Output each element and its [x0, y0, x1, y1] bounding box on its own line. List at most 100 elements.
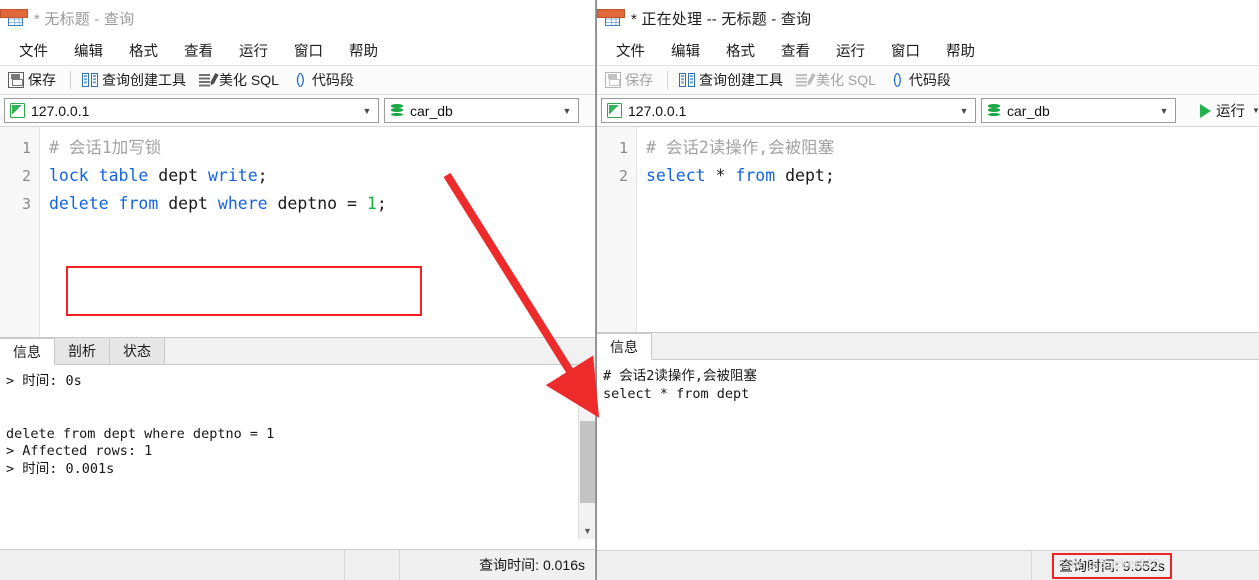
screenshot-root: * 无标题 - 查询 文件 编辑 格式 查看 运行 窗口 帮助 保存 查询创建工…	[0, 0, 1259, 580]
left-toolbar: 保存 查询创建工具 美化 SQL () 代码段	[0, 66, 595, 95]
left-query-window: * 无标题 - 查询 文件 编辑 格式 查看 运行 窗口 帮助 保存 查询创建工…	[0, 0, 596, 580]
menu-file[interactable]: 文件	[6, 37, 61, 64]
run-button[interactable]: 运行 ▼	[1196, 98, 1259, 123]
beautify-sql-icon	[199, 72, 215, 88]
right-query-time-highlight: csdn@Bucket620 查询时间: 9.552s	[1052, 552, 1172, 579]
chevron-down-icon[interactable]: ▼	[559, 99, 575, 122]
left-output-tabs: 信息 剖析 状态	[0, 337, 595, 365]
code-token: where	[217, 194, 278, 213]
left-statusbar: 查询时间: 0.016s	[0, 549, 595, 580]
left-line-number-gutter: 1 2 3	[0, 127, 40, 337]
query-builder-button[interactable]: 查询创建工具	[675, 68, 790, 93]
save-button[interactable]: 保存	[4, 68, 63, 93]
menu-view[interactable]: 查看	[768, 37, 823, 64]
save-button: 保存	[601, 68, 660, 93]
code-line: delete from dept where deptno = 1;	[49, 190, 595, 218]
menu-edit[interactable]: 编辑	[658, 37, 713, 64]
right-line-number-gutter: 1 2	[597, 127, 637, 332]
database-select[interactable]: car_db ▼	[384, 98, 579, 123]
scrollbar-thumb[interactable]	[580, 421, 595, 503]
code-token: deptno =	[277, 194, 367, 213]
tab-info[interactable]: 信息	[597, 333, 652, 360]
mysql-leaf-icon	[607, 103, 622, 118]
right-output-text: # 会话2读操作,会被阻塞 select * from dept	[603, 368, 758, 402]
left-menubar: 文件 编辑 格式 查看 运行 窗口 帮助	[0, 36, 595, 66]
right-statusbar: csdn@Bucket620 查询时间: 9.552s	[597, 550, 1259, 580]
line-number: 3	[21, 195, 31, 213]
database-cylinder-icon	[987, 103, 1001, 118]
beautify-sql-icon	[796, 72, 812, 88]
left-query-time: 查询时间: 0.016s	[479, 557, 585, 573]
chevron-down-icon[interactable]: ▼	[359, 99, 375, 122]
database-select[interactable]: car_db ▼	[981, 98, 1176, 123]
right-sql-editor[interactable]: 1 2 # 会话2读操作,会被阻塞select * from dept; 查询被…	[597, 127, 1259, 332]
chevron-down-icon[interactable]: ▼	[1252, 106, 1259, 115]
code-snippet-button[interactable]: () 代码段	[288, 68, 361, 93]
left-sql-text[interactable]: # 会话1加写锁 lock table dept write; delete fro…	[40, 127, 595, 337]
host-select[interactable]: 127.0.0.1 ▼	[601, 98, 976, 123]
tab-profile[interactable]: 剖析	[55, 337, 110, 364]
menu-edit[interactable]: 编辑	[61, 37, 116, 64]
menu-run[interactable]: 运行	[226, 37, 281, 64]
beautify-sql-button: 美化 SQL	[792, 68, 883, 93]
save-button-label: 保存	[625, 72, 653, 88]
menu-view[interactable]: 查看	[171, 37, 226, 64]
tab-info[interactable]: 信息	[0, 338, 55, 365]
code-line: # 会话1加写锁	[49, 134, 595, 162]
line-number: 1	[618, 139, 628, 157]
line-number: 2	[21, 167, 31, 185]
left-sql-editor[interactable]: 1 2 3 # 会话1加写锁 lock table dept write; dele…	[0, 127, 595, 337]
right-output-pane: 信息 # 会话2读操作,会被阻塞 select * from dept	[597, 332, 1259, 535]
code-snippet-icon: ()	[295, 71, 305, 88]
beautify-sql-label: 美化 SQL	[816, 72, 876, 88]
line-number: 1	[21, 139, 31, 157]
menu-format[interactable]: 格式	[713, 37, 768, 64]
scroll-down-icon[interactable]: ▼	[579, 522, 595, 539]
code-token: dept	[168, 194, 218, 213]
database-cylinder-icon	[390, 103, 404, 118]
host-select[interactable]: 127.0.0.1 ▼	[4, 98, 379, 123]
query-builder-button[interactable]: 查询创建工具	[78, 68, 193, 93]
right-output-tabs: 信息	[597, 333, 1259, 360]
left-output-scrollbar[interactable]: ▲ ▼	[578, 365, 595, 539]
menu-help[interactable]: 帮助	[933, 37, 988, 64]
code-line: select * from dept;	[646, 162, 1259, 190]
host-value: 127.0.0.1	[628, 102, 687, 119]
save-icon	[605, 72, 621, 88]
right-sql-text[interactable]: # 会话2读操作,会被阻塞 select * from dept;	[637, 127, 1259, 332]
code-token: ;	[376, 194, 387, 213]
menu-file[interactable]: 文件	[603, 37, 658, 64]
beautify-sql-button[interactable]: 美化 SQL	[195, 68, 286, 93]
chevron-down-icon[interactable]: ▼	[956, 99, 972, 122]
right-query-window: * 正在处理 -- 无标题 - 查询 文件 编辑 格式 查看 运行 窗口 帮助 …	[596, 0, 1259, 580]
query-builder-label: 查询创建工具	[102, 72, 186, 88]
left-window-title: * 无标题 - 查询	[34, 10, 135, 28]
chevron-down-icon[interactable]: ▼	[1156, 99, 1172, 122]
code-snippet-button[interactable]: () 代码段	[885, 68, 958, 93]
code-token: ;	[824, 166, 835, 185]
menu-help[interactable]: 帮助	[336, 37, 391, 64]
beautify-sql-label: 美化 SQL	[219, 72, 279, 88]
scroll-up-icon[interactable]: ▲	[579, 365, 595, 382]
menu-window[interactable]: 窗口	[878, 37, 933, 64]
database-value: car_db	[410, 102, 453, 119]
toolbar-separator	[70, 71, 71, 89]
code-token: # 会话2读操作,会被阻塞	[646, 138, 835, 157]
play-icon	[1200, 103, 1211, 118]
menu-format[interactable]: 格式	[116, 37, 171, 64]
right-menubar: 文件 编辑 格式 查看 运行 窗口 帮助	[597, 36, 1259, 66]
left-titlebar: * 无标题 - 查询	[0, 0, 595, 36]
left-output-text: > 时间: 0s delete from dept where deptno =…	[6, 373, 275, 477]
menu-run[interactable]: 运行	[823, 37, 878, 64]
spreadsheet-icon	[597, 8, 625, 28]
code-snippet-label: 代码段	[908, 72, 951, 88]
host-value: 127.0.0.1	[31, 102, 90, 119]
query-builder-icon	[82, 72, 98, 88]
menu-window[interactable]: 窗口	[281, 37, 336, 64]
code-token: 1	[366, 194, 377, 213]
tab-status[interactable]: 状态	[110, 337, 165, 364]
query-builder-label: 查询创建工具	[699, 72, 783, 88]
code-line: lock table dept write;	[49, 162, 595, 190]
code-token: dept	[785, 166, 825, 185]
code-token: delete from	[49, 194, 169, 213]
